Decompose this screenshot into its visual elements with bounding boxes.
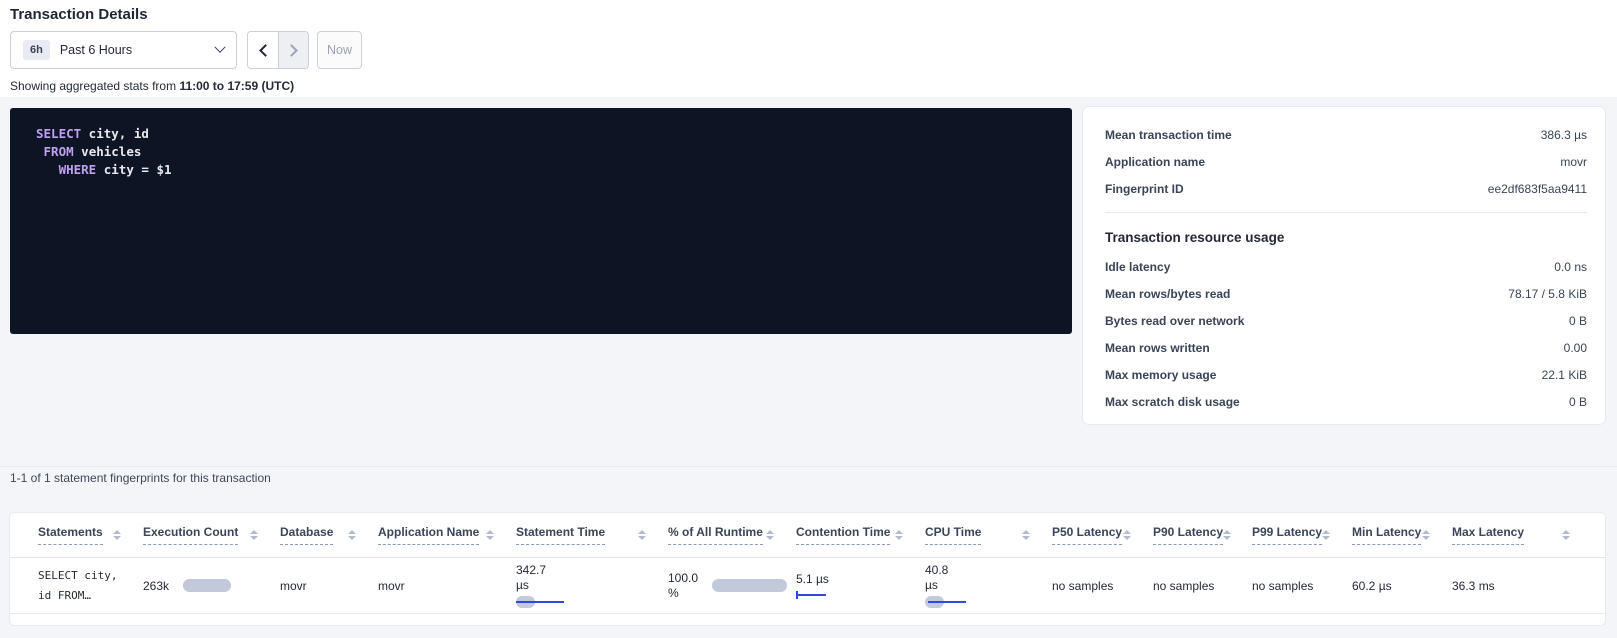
summary-row: Fingerprint ID ee2df683f5aa9411: [1105, 182, 1587, 196]
resource-label: Mean rows/bytes read: [1105, 287, 1230, 301]
time-range-label: Past 6 Hours: [60, 43, 132, 57]
resource-label: Idle latency: [1105, 260, 1170, 274]
resource-row: Mean rows written 0.00: [1105, 341, 1587, 355]
contention-time-bar: [796, 591, 826, 599]
sort-icon[interactable]: [1022, 530, 1030, 540]
sort-icon[interactable]: [250, 530, 258, 540]
time-range-badge: 6h: [23, 40, 50, 60]
database-cell: movr: [280, 579, 378, 593]
section-divider: [0, 466, 1617, 467]
summary-row: Application name movr: [1105, 155, 1587, 169]
summary-label: Mean transaction time: [1105, 128, 1232, 142]
chevron-left-icon: [259, 44, 272, 57]
column-header-runtime-pct[interactable]: % of All Runtime: [668, 525, 796, 545]
resource-row: Bytes read over network 0 B: [1105, 314, 1587, 328]
table-row: SELECT city,id FROM… 263k movr movr 342.…: [10, 558, 1605, 614]
sort-icon[interactable]: [113, 530, 121, 540]
resource-row: Idle latency 0.0 ns: [1105, 260, 1587, 274]
p90-latency-cell: no samples: [1153, 579, 1252, 593]
statements-table: Statements Execution Count Database Appl…: [10, 513, 1605, 625]
column-header-execution-count[interactable]: Execution Count: [143, 525, 280, 545]
column-header-p50-latency[interactable]: P50 Latency: [1052, 525, 1153, 545]
resource-value: 0 B: [1569, 314, 1587, 328]
sort-icon[interactable]: [1422, 530, 1430, 540]
sort-icon[interactable]: [766, 530, 774, 540]
prev-time-button[interactable]: [248, 32, 278, 68]
page-header: Transaction Details 6h Past 6 Hours Now …: [0, 0, 1617, 97]
execution-count-cell: 263k: [143, 579, 280, 593]
resource-label: Max scratch disk usage: [1105, 395, 1240, 409]
resource-label: Max memory usage: [1105, 368, 1216, 382]
stats-line-range: 11:00 to 17:59 (UTC): [179, 79, 294, 93]
summary-label: Application name: [1105, 155, 1205, 169]
column-header-statements[interactable]: Statements: [38, 525, 143, 545]
column-header-max-latency[interactable]: Max Latency: [1452, 525, 1592, 545]
cpu-time-cell: 40.8µs: [925, 563, 1052, 608]
resource-row: Mean rows/bytes read 78.17 / 5.8 KiB: [1105, 287, 1587, 301]
sort-icon[interactable]: [486, 530, 494, 540]
contention-time-cell: 5.1 µs: [796, 572, 925, 599]
chevron-down-icon: [214, 42, 225, 53]
resource-value: 22.1 KiB: [1542, 368, 1587, 382]
runtime-pct-bar: [712, 579, 787, 592]
resource-label: Mean rows written: [1105, 341, 1210, 355]
summary-row: Mean transaction time 386.3 µs: [1105, 128, 1587, 142]
time-nav-group: [247, 31, 309, 69]
column-header-p90-latency[interactable]: P90 Latency: [1153, 525, 1252, 545]
column-header-database[interactable]: Database: [280, 525, 378, 545]
column-header-application-name[interactable]: Application Name: [378, 525, 516, 545]
sort-icon[interactable]: [1562, 530, 1570, 540]
resource-value: 0 B: [1569, 395, 1587, 409]
column-header-min-latency[interactable]: Min Latency: [1352, 525, 1452, 545]
summary-value: movr: [1560, 155, 1587, 169]
sort-icon[interactable]: [1223, 530, 1231, 540]
time-range-picker[interactable]: 6h Past 6 Hours: [10, 31, 237, 69]
stats-line-prefix: Showing aggregated stats from: [10, 79, 179, 93]
resource-value: 78.17 / 5.8 KiB: [1508, 287, 1587, 301]
resource-row: Max scratch disk usage 0 B: [1105, 395, 1587, 409]
min-latency-cell: 60.2 µs: [1352, 579, 1452, 593]
execution-count-bar: [183, 579, 231, 592]
sort-icon[interactable]: [895, 530, 903, 540]
column-header-cpu-time[interactable]: CPU Time: [925, 525, 1052, 545]
p99-latency-cell: no samples: [1252, 579, 1352, 593]
column-header-statement-time[interactable]: Statement Time: [516, 525, 668, 545]
max-latency-cell: 36.3 ms: [1452, 579, 1592, 593]
resource-value: 0.0 ns: [1554, 260, 1587, 274]
resource-label: Bytes read over network: [1105, 314, 1244, 328]
sort-icon[interactable]: [348, 530, 356, 540]
summary-label: Fingerprint ID: [1105, 182, 1184, 196]
summary-value: ee2df683f5aa9411: [1488, 182, 1587, 196]
summary-value: 386.3 µs: [1541, 128, 1587, 142]
statement-link[interactable]: SELECT city,id FROM…: [38, 566, 143, 606]
chevron-right-icon: [285, 44, 298, 57]
resource-usage-title: Transaction resource usage: [1105, 230, 1587, 245]
sort-icon[interactable]: [638, 530, 646, 540]
card-divider: [1105, 212, 1587, 213]
statement-time-cell: 342.7µs: [516, 563, 668, 608]
page-title: Transaction Details: [10, 6, 148, 23]
fingerprint-count-note: 1-1 of 1 statement fingerprints for this…: [10, 471, 271, 485]
sort-icon[interactable]: [1322, 530, 1330, 540]
sort-icon[interactable]: [1123, 530, 1131, 540]
aggregated-stats-line: Showing aggregated stats from 11:00 to 1…: [10, 79, 294, 93]
resource-value: 0.00: [1564, 341, 1587, 355]
sql-statement-box: SELECT city, id FROM vehicles WHERE city…: [10, 108, 1072, 334]
p50-latency-cell: no samples: [1052, 579, 1153, 593]
next-time-button[interactable]: [278, 32, 308, 68]
runtime-pct-cell: 100.0%: [668, 571, 796, 601]
column-header-contention-time[interactable]: Contention Time: [796, 525, 925, 545]
resource-row: Max memory usage 22.1 KiB: [1105, 368, 1587, 382]
statement-time-bar: [516, 596, 564, 608]
column-header-p99-latency[interactable]: P99 Latency: [1252, 525, 1352, 545]
application-name-cell: movr: [378, 579, 516, 593]
table-header-row: Statements Execution Count Database Appl…: [10, 513, 1605, 558]
cpu-time-bar: [925, 596, 973, 608]
now-button[interactable]: Now: [317, 31, 362, 69]
transaction-summary-card: Mean transaction time 386.3 µs Applicati…: [1083, 107, 1605, 424]
